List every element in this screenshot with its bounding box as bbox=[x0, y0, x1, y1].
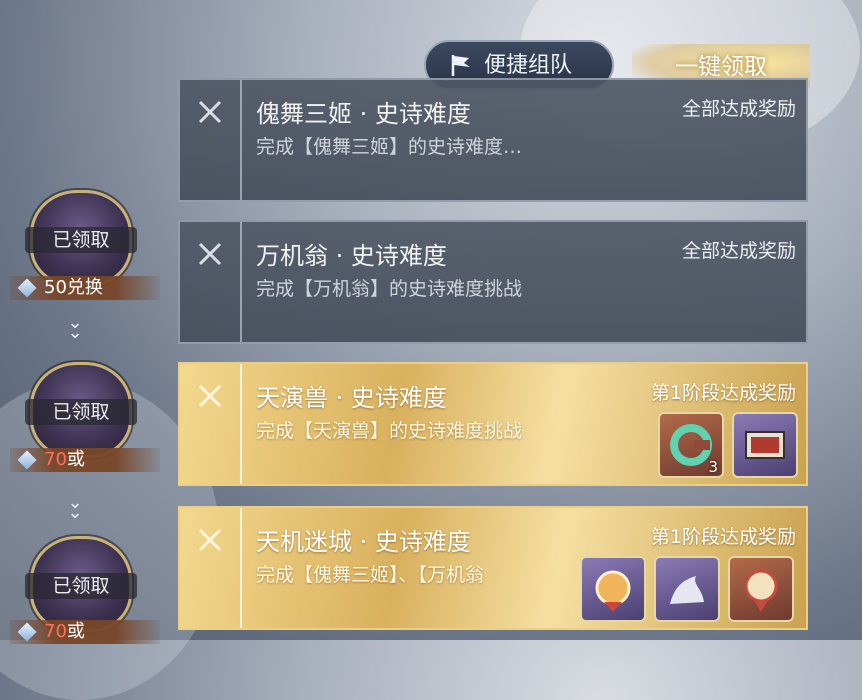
milestone-medal: 已领取 bbox=[25, 362, 137, 458]
reward-label: 全部达成奖励 bbox=[681, 240, 796, 262]
task-icon-cell bbox=[180, 508, 242, 628]
task-description: 完成【万机翁】的史诗难度挑战 bbox=[256, 278, 523, 300]
reward-item[interactable] bbox=[654, 556, 720, 622]
flag-icon bbox=[451, 55, 470, 76]
cost-amount: 70 bbox=[44, 449, 67, 470]
crossed-swords-icon bbox=[198, 242, 222, 266]
cost-bar: 50兑换 bbox=[10, 276, 160, 300]
cost-amount: 70 bbox=[44, 621, 67, 642]
cost-suffix: 兑换 bbox=[66, 277, 103, 298]
milestone-2[interactable]: 已领取 70或 bbox=[10, 362, 160, 472]
badge-icon bbox=[595, 570, 631, 612]
quick-team-label: 便捷组队 bbox=[484, 53, 573, 78]
task-card[interactable]: 万机翁 · 史诗难度 完成【万机翁】的史诗难度挑战 全部达成奖励 bbox=[178, 220, 808, 344]
task-card[interactable]: 傀舞三姬 · 史诗难度 完成【傀舞三姬】的史诗难度… 全部达成奖励 bbox=[178, 78, 808, 202]
reward-label: 全部达成奖励 bbox=[681, 98, 796, 120]
crossed-swords-icon bbox=[198, 100, 222, 124]
milestone-rail: 已领取 50兑换 ⌄ ⌄ 已领取 70或 ⌄ ⌄ 已领取 70或 bbox=[0, 0, 170, 644]
reward-item[interactable] bbox=[580, 556, 646, 622]
beast-figure-icon bbox=[670, 576, 704, 604]
token-icon bbox=[744, 569, 778, 612]
cost-suffix: 或 bbox=[66, 449, 85, 470]
task-card[interactable]: 天演兽 · 史诗难度 完成【天演兽】的史诗难度挑战 第1阶段达成奖励 3 bbox=[178, 362, 808, 486]
milestone-medal: 已领取 bbox=[25, 536, 137, 632]
crystal-icon bbox=[17, 450, 37, 470]
task-description: 完成【傀舞三姬】的史诗难度… bbox=[256, 136, 523, 158]
reward-label: 第1阶段达成奖励 bbox=[650, 526, 796, 548]
task-icon-cell bbox=[180, 222, 242, 342]
task-icon-cell bbox=[180, 364, 242, 484]
chevron-down-icon: ⌄ ⌄ bbox=[67, 312, 83, 343]
claimed-label: 已领取 bbox=[25, 227, 137, 253]
milestone-medal: 已领取 bbox=[25, 190, 137, 286]
reward-quantity: 3 bbox=[708, 458, 718, 476]
crystal-icon bbox=[17, 278, 37, 298]
chevron-down-icon: ⌄ ⌄ bbox=[67, 492, 83, 523]
scroll-painting-icon bbox=[745, 431, 785, 459]
cost-suffix: 或 bbox=[66, 621, 85, 642]
crossed-swords-icon bbox=[198, 384, 222, 408]
reward-item[interactable] bbox=[732, 412, 798, 478]
task-title: 天演兽 · 史诗难度 bbox=[256, 384, 447, 412]
task-title: 傀舞三姬 · 史诗难度 bbox=[256, 100, 471, 128]
cost-bar: 70或 bbox=[10, 620, 160, 644]
task-description: 完成【天演兽】的史诗难度挑战 bbox=[256, 420, 523, 442]
reward-item[interactable]: 3 bbox=[658, 412, 724, 478]
task-description: 完成【傀舞三姬】、【万机翁 bbox=[256, 564, 485, 586]
crossed-swords-icon bbox=[198, 528, 222, 552]
cost-amount: 50 bbox=[44, 277, 67, 298]
claimed-label: 已领取 bbox=[25, 573, 137, 599]
reward-label: 第1阶段达成奖励 bbox=[650, 382, 796, 404]
task-card[interactable]: 天机迷城 · 史诗难度 完成【傀舞三姬】、【万机翁 第1阶段达成奖励 bbox=[178, 506, 808, 630]
reward-item[interactable] bbox=[728, 556, 794, 622]
milestone-3[interactable]: 已领取 70或 bbox=[10, 536, 160, 646]
claimed-label: 已领取 bbox=[25, 399, 137, 425]
task-icon-cell bbox=[180, 80, 242, 200]
task-title: 万机翁 · 史诗难度 bbox=[256, 242, 447, 270]
cost-bar: 70或 bbox=[10, 448, 160, 472]
task-title: 天机迷城 · 史诗难度 bbox=[256, 528, 471, 556]
claim-all-label: 一键领取 bbox=[675, 54, 767, 80]
crystal-icon bbox=[17, 622, 37, 642]
milestone-1[interactable]: 已领取 50兑换 bbox=[10, 190, 160, 300]
